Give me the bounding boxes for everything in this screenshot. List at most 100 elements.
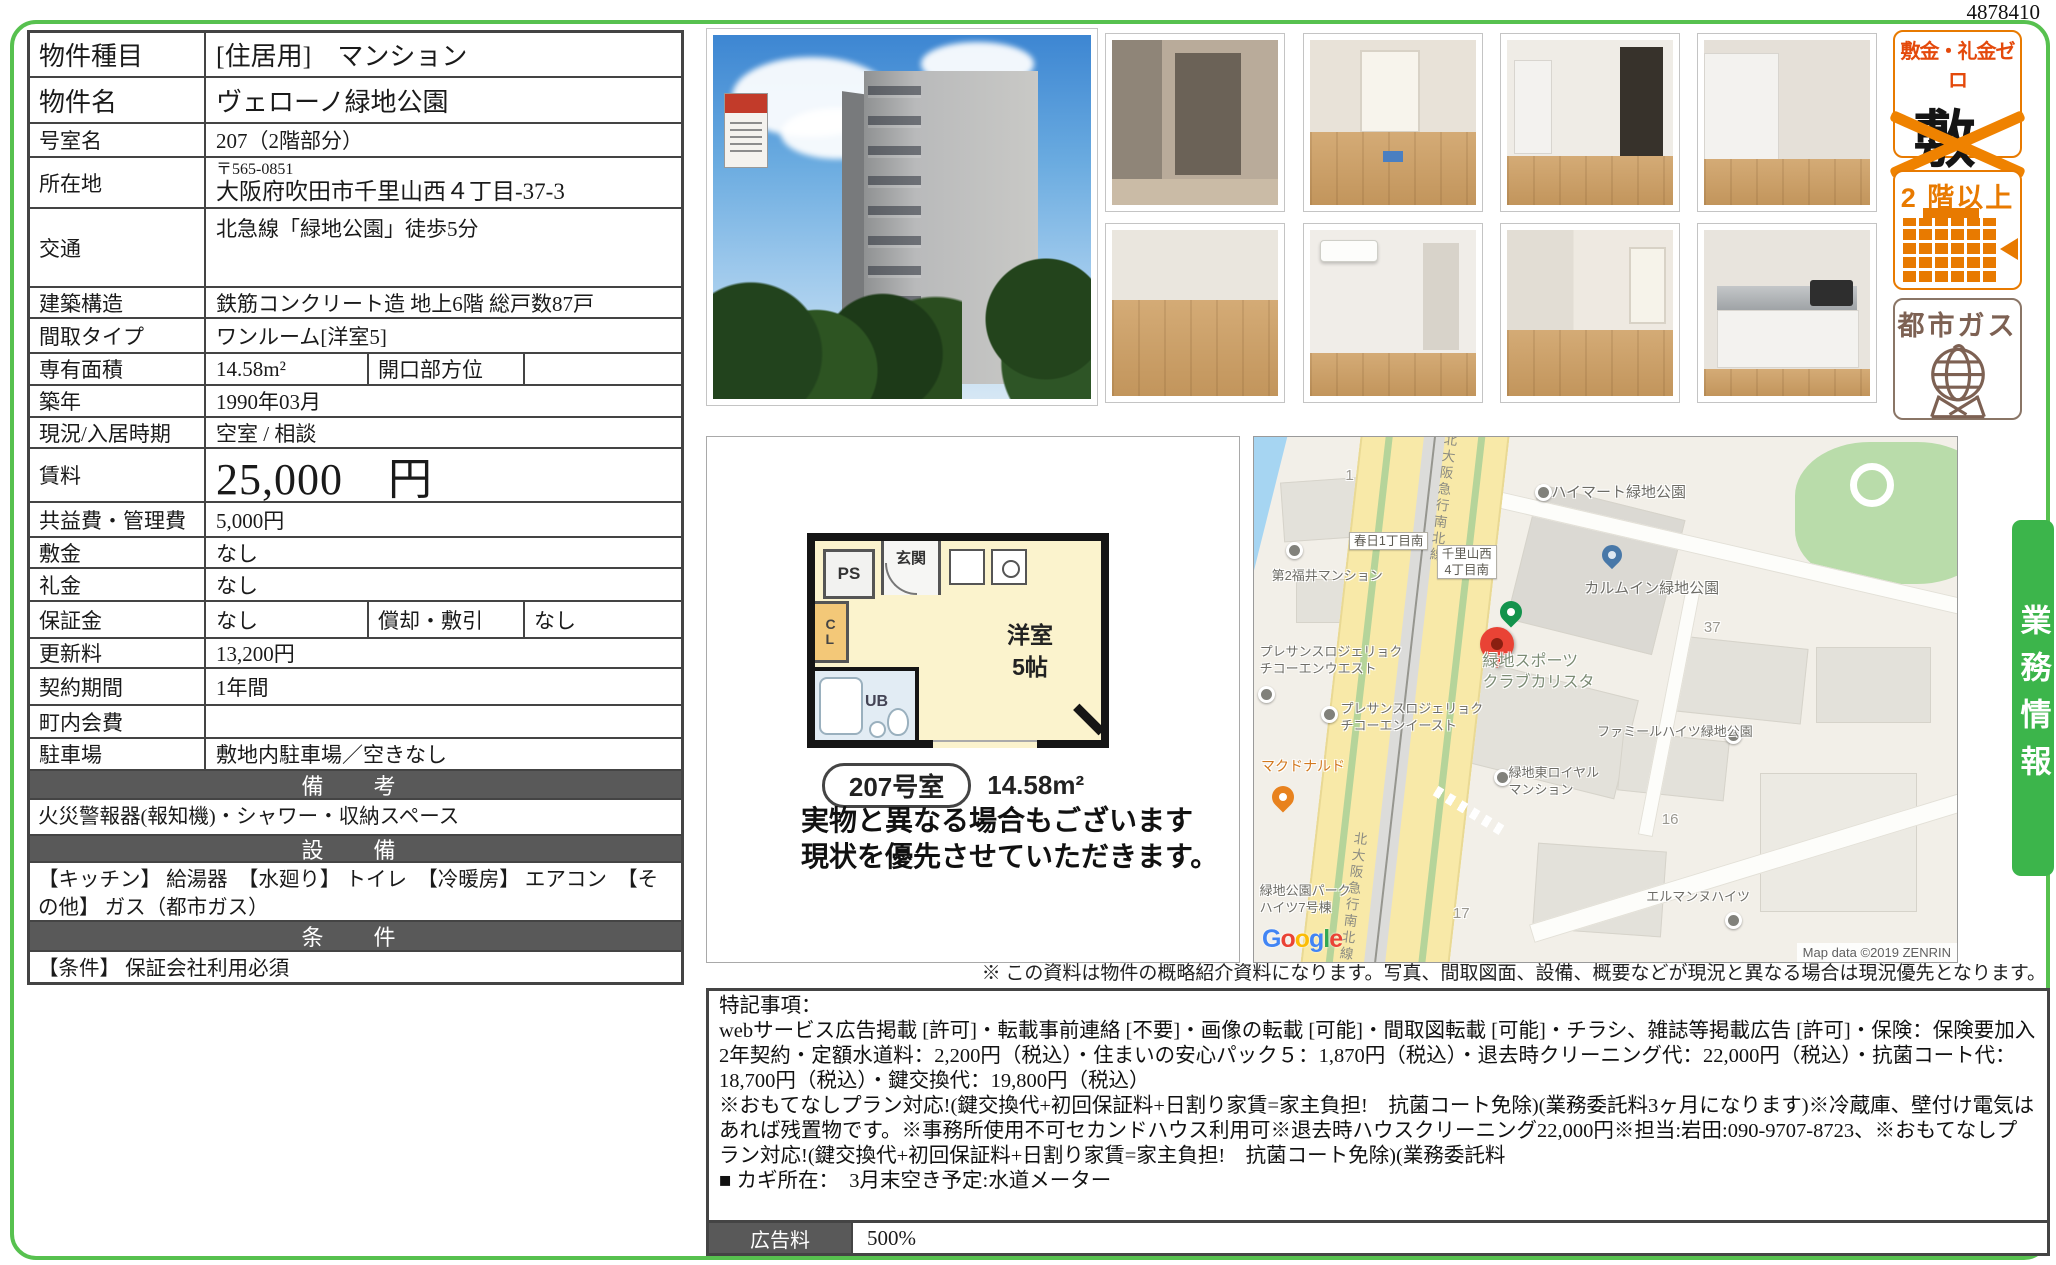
document-id: 4878410	[1967, 0, 2041, 25]
window-opening	[933, 740, 1037, 748]
notes-paragraph-2: ※おもてなしプラン対応!(鍵交換代+初回保証料+日割り家賃=家主負担! 抗菌コー…	[719, 1094, 2037, 1169]
google-logo[interactable]: Google	[1262, 925, 1342, 954]
property-listing-sheet: 4878410 物件種目[住居用] マンション 物件名ヴェローノ緑地公園 号室名…	[0, 0, 2056, 1265]
gas-tank-icon	[1915, 343, 2001, 423]
main-photo	[706, 28, 1098, 406]
thumb-photo-4	[1697, 33, 1877, 212]
table-row: 契約期間1年間	[30, 669, 681, 706]
floorplan-closet-label: C L	[815, 601, 849, 663]
kitchen-corner-photo	[1704, 40, 1870, 205]
map-block-number: 1	[1345, 466, 1353, 486]
table-row: 建築構造鉄筋コンクリート造 地上6階 総戸数87戸	[30, 288, 681, 319]
map-label-boxed: 千里山西 4丁目南	[1437, 545, 1497, 580]
ad-fee-label: 広告料	[709, 1223, 853, 1253]
floorplan-note-2: 現状を優先させていただきます。	[801, 835, 1218, 875]
map-pin-icon	[1286, 542, 1303, 559]
floorplan-bathroom: UB	[815, 667, 919, 740]
thumb-photo-1	[1105, 33, 1285, 212]
badge-no-deposit: 敷金・礼金ゼロ 敷礼	[1893, 30, 2022, 158]
thumb-photo-2	[1303, 33, 1483, 212]
table-row-rent: 賃料25,000 円	[30, 449, 681, 503]
table-row: 礼金なし	[30, 569, 681, 602]
table-row: 駐車場敷地内駐車場／空きなし	[30, 739, 681, 771]
equipment-text: 【キッチン】 給湯器 【水廻り】 トイレ 【冷暖房】 エアコン 【その他】 ガス…	[30, 863, 681, 922]
table-row: 号室名207（2階部分）	[30, 124, 681, 158]
floorplan-note-1: 実物と異なる場合もございます	[801, 799, 1193, 839]
building-exterior-photo	[713, 35, 1091, 399]
table-row: 物件種目[住居用] マンション	[30, 33, 681, 78]
table-row: 共益費・管理費5,000円	[30, 503, 681, 538]
roundabout	[1850, 463, 1894, 507]
floorplan-room-label: 洋室 5帖	[975, 619, 1085, 683]
map-canvas[interactable]: 北大阪急行南北線 北大阪急行南北線 1 ハイマート緑地公園 春日1丁目南 千里山…	[1253, 436, 1958, 963]
table-row: 専有面積 14.58m² 開口部方位	[30, 354, 681, 386]
map-label: 緑地東ロイヤル マンション	[1508, 765, 1599, 799]
entrance-door-photo	[1112, 40, 1278, 205]
wall-chamfer	[1073, 704, 1105, 736]
map-label: ファミールハイツ緑地公園	[1597, 724, 1753, 741]
map-label: 緑地公園パーク ハイツ7号棟	[1260, 883, 1351, 917]
map-block-number: 16	[1662, 810, 1679, 830]
map-label: プレサンスロジェリョク チコーエンウエスト	[1260, 644, 1403, 678]
street-sign	[724, 93, 768, 168]
ad-fee-value: 500%	[853, 1223, 2047, 1253]
zip-code: 〒565-0851	[216, 162, 293, 179]
restaurant-pin-icon	[1268, 782, 1299, 813]
aircon-icon	[1320, 240, 1378, 262]
map-label-restaurant: マクドナルド	[1261, 757, 1345, 775]
remarks-text: 火災警報器(報知機)・シャワー・収納スペース	[30, 800, 681, 836]
badge-second-floor-up: 2 階以上	[1893, 170, 2022, 290]
map-block-number: 37	[1704, 618, 1721, 638]
table-row: 築年1990年03月	[30, 386, 681, 418]
ad-fee-row: 広告料 500%	[709, 1220, 2047, 1253]
unit-area: 14.58m²	[987, 770, 1084, 801]
thumb-photo-3	[1500, 33, 1680, 212]
map-label: プレサンスロジェリョク チコーエンイースト	[1340, 701, 1483, 735]
disclaimer-note: ※ この資料は物件の概略紹介資料になります。写真、間取図面、設備、概要などが現況…	[982, 958, 2046, 985]
room-window-photo	[1310, 40, 1476, 205]
address: 大阪府吹田市千里山西４丁目-37-3	[216, 179, 565, 205]
floorplan-panel: PS 玄関 C L UB 洋室 5帖 207号室 14.58m² 実物と異なる場…	[706, 436, 1240, 963]
map-label: 第2福井マンション	[1272, 568, 1383, 585]
table-row: 交通北急線「緑地公園」徒歩5分	[30, 209, 681, 288]
table-row: 敷金なし	[30, 538, 681, 569]
notes-paragraph-3: ■ カギ所在： 3月末空き予定:水道メーター	[719, 1169, 2037, 1194]
notes-paragraph-1: webサービス広告掲載 [許可]・転載事前連絡 [不要]・画像の転載 [可能]・…	[719, 1019, 2037, 1094]
floorplan-diagram: PS 玄関 C L UB 洋室 5帖	[807, 533, 1109, 748]
map-pin-icon	[1258, 686, 1275, 703]
room-corner-photo	[1507, 230, 1673, 396]
bathtub-icon	[819, 677, 863, 735]
map-label-place: 緑地スポーツ クラブカリスタ	[1482, 652, 1594, 694]
badge-city-gas: 都市ガス	[1893, 298, 2022, 420]
map-label-boxed: 春日1丁目南	[1349, 532, 1428, 550]
floor-arrow-icon	[2000, 238, 2018, 260]
aircon-room-photo	[1310, 230, 1476, 396]
thumb-photo-7	[1500, 223, 1680, 403]
table-row: 保証金 なし 償却・敷引 なし	[30, 602, 681, 639]
table-row: 町内会費	[30, 706, 681, 739]
table-row: 物件名ヴェローノ緑地公園	[30, 78, 681, 124]
kitchen-sink-photo	[1704, 230, 1870, 396]
kitchen-stove-icon	[991, 549, 1027, 585]
hallway-photo	[1507, 40, 1673, 205]
thumb-photo-8	[1697, 223, 1877, 403]
map-label: エルマンヌハイツ	[1646, 889, 1750, 906]
wood-floor-room-photo	[1112, 230, 1278, 396]
notes-title: 特記事項：	[719, 994, 2037, 1019]
conditions-header: 条 件	[30, 922, 681, 952]
tab-business-info[interactable]: 業務情報	[2012, 520, 2054, 876]
special-notes-box: 特記事項： webサービス広告掲載 [許可]・転載事前連絡 [不要]・画像の転載…	[706, 988, 2050, 1256]
thumb-photo-6	[1303, 223, 1483, 403]
map-label: カルムイン緑地公園	[1584, 579, 1719, 599]
toilet-icon	[887, 708, 909, 736]
table-row: 所在地 〒565-0851 大阪府吹田市千里山西４丁目-37-3	[30, 158, 681, 209]
floorplan-ps-label: PS	[823, 549, 875, 599]
remarks-header: 備 考	[30, 771, 681, 800]
map-block-number: 17	[1453, 904, 1470, 924]
map-pin-icon	[1725, 912, 1742, 929]
washbasin-icon	[869, 721, 886, 738]
property-table: 物件種目[住居用] マンション 物件名ヴェローノ緑地公園 号室名207（2階部分…	[27, 30, 684, 985]
map-label: ハイマート緑地公園	[1551, 483, 1686, 503]
kitchen-sink-icon	[949, 549, 985, 585]
rent-amount: 25,000 円	[206, 449, 681, 501]
